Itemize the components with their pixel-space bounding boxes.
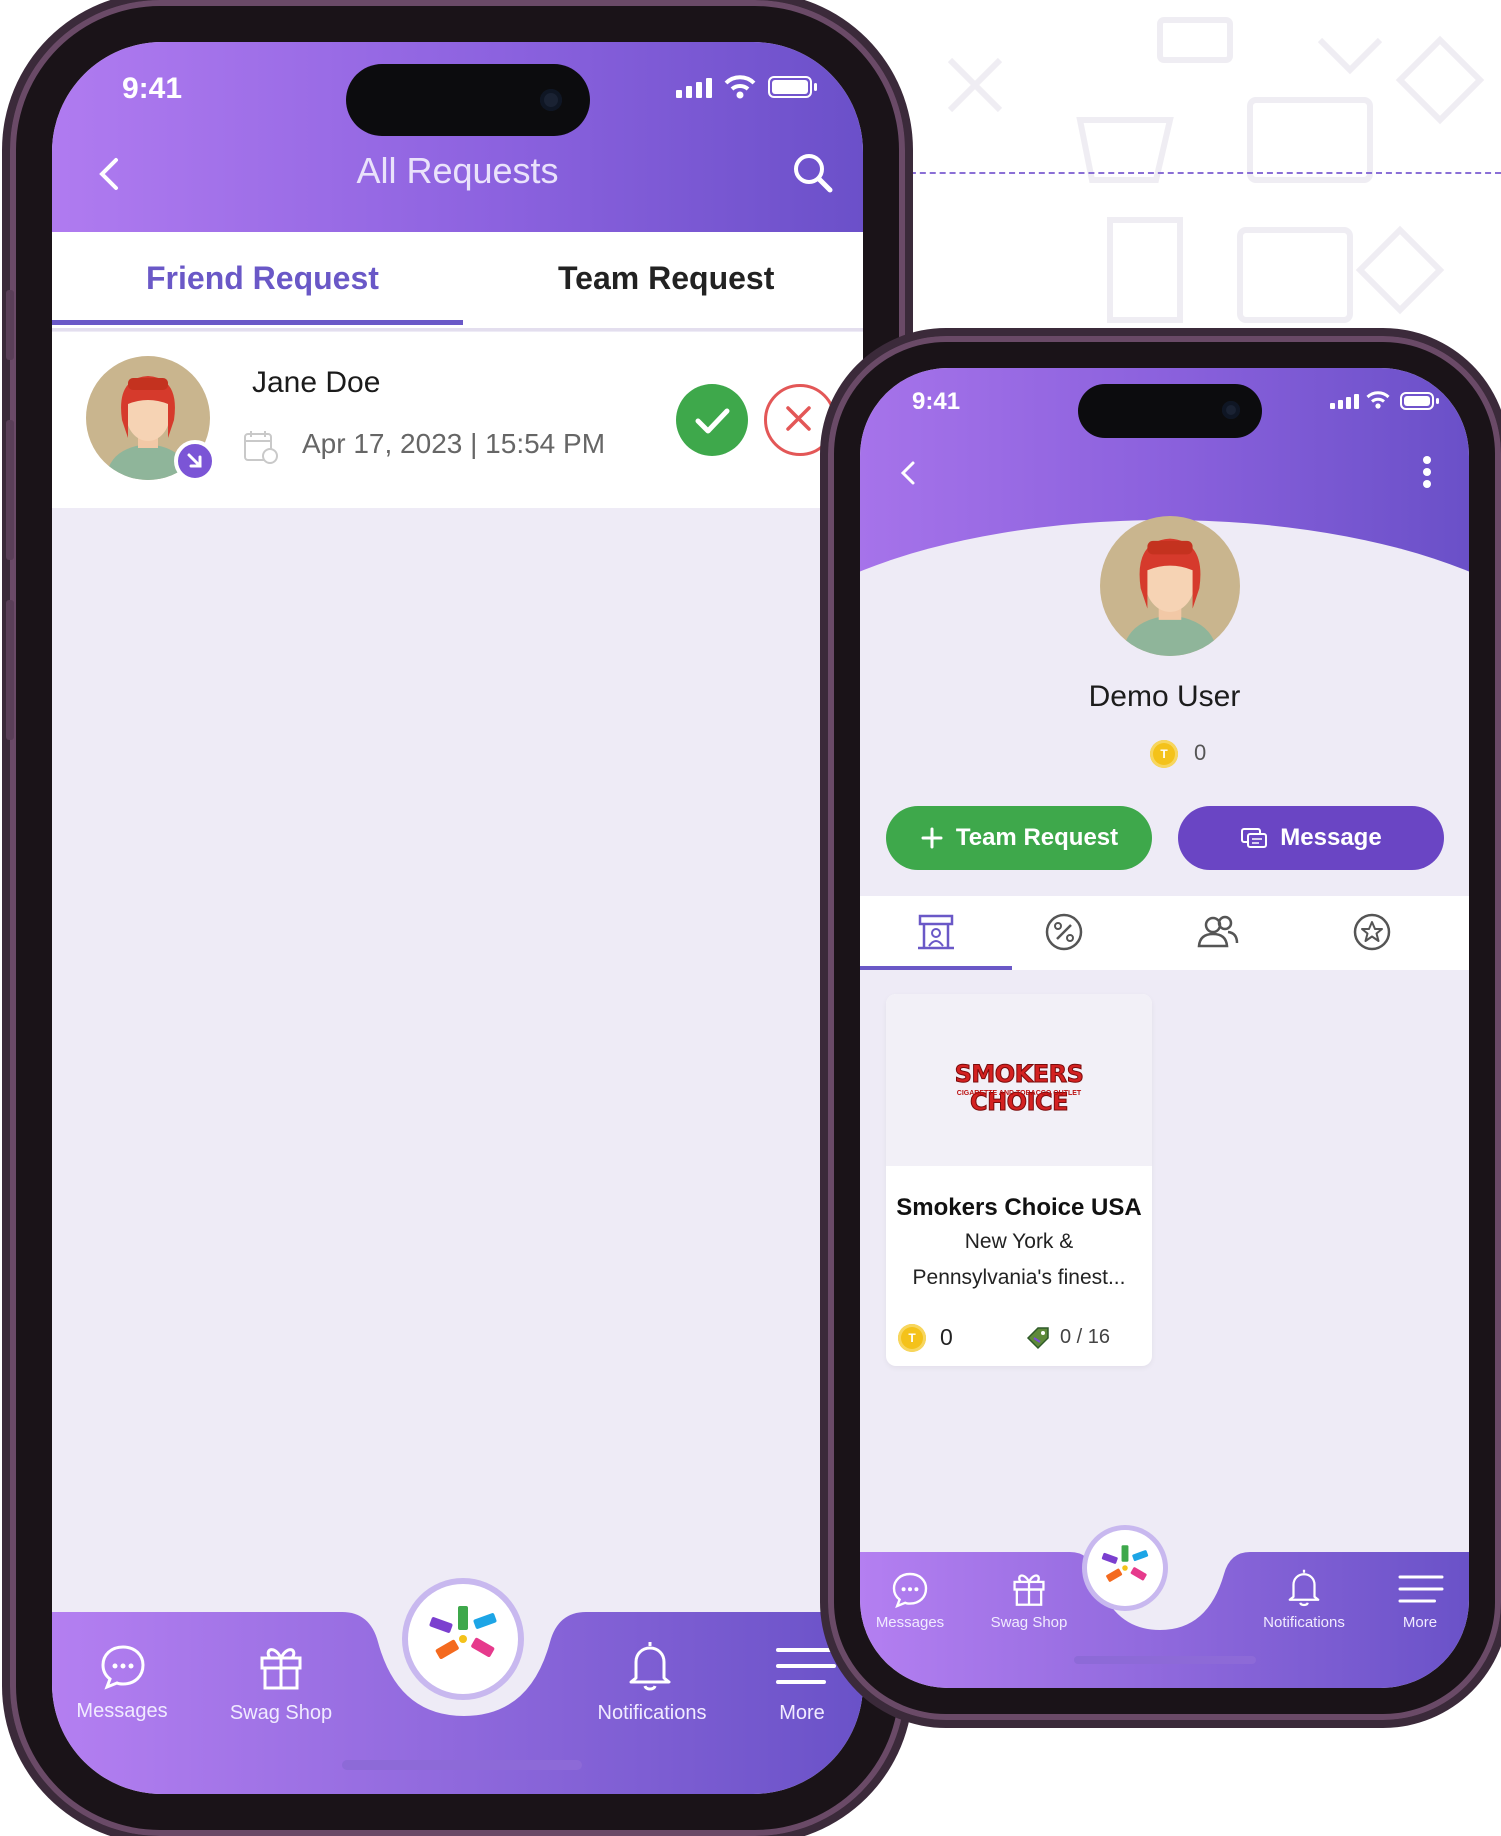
chat-bubble-icon[interactable]	[890, 1570, 930, 1610]
side-button	[6, 600, 14, 740]
wifi-icon	[724, 75, 756, 99]
battery-icon	[1400, 392, 1439, 410]
nav-label-more[interactable]: More	[766, 1702, 838, 1725]
star-badge-icon[interactable]	[1350, 910, 1394, 954]
incoming-request-badge	[174, 440, 216, 482]
nav-label-messages[interactable]: Messages	[72, 1700, 172, 1723]
active-tab-indicator	[860, 966, 1012, 970]
store-title: Smokers Choice USA	[896, 1194, 1142, 1221]
request-date: Apr 17, 2023 | 15:54 PM	[302, 428, 606, 459]
profile-coin-count: 0	[1194, 740, 1207, 765]
cellular-signal-icon	[676, 78, 712, 98]
person-avatar-icon	[1100, 516, 1240, 656]
message-label: Message	[1280, 824, 1382, 851]
side-button	[6, 290, 14, 360]
camera-icon	[540, 89, 562, 111]
nav-label-swag-shop[interactable]: Swag Shop	[984, 1614, 1074, 1631]
status-time: 9:41	[122, 72, 183, 105]
store-coin-count: 0	[940, 1324, 953, 1350]
bottom-nav-bar	[860, 1552, 1469, 1688]
close-icon	[786, 406, 811, 431]
nav-label-swag-shop[interactable]: Swag Shop	[226, 1702, 336, 1725]
message-icon	[1241, 828, 1268, 848]
friend-request-row[interactable]: Jane Doe Apr 17, 2023 | 15:54 PM	[52, 332, 863, 508]
store-logo-area: SMOKERS CHOICE CIGARETTE AND TOBACCO OUT…	[886, 994, 1152, 1166]
menu-icon[interactable]	[1398, 1574, 1444, 1604]
home-indicator	[342, 1760, 582, 1770]
screen-user-profile: 9:41 Demo User T 0 Team Request Message …	[860, 368, 1469, 1688]
coin-icon: T	[1150, 740, 1178, 768]
menu-icon[interactable]	[776, 1646, 836, 1686]
profile-name: Demo User	[1088, 680, 1241, 713]
discount-icon[interactable]	[1042, 910, 1086, 954]
bell-icon[interactable]	[626, 1638, 674, 1692]
store-icon[interactable]	[914, 910, 958, 954]
battery-icon	[768, 76, 817, 98]
cellular-signal-icon	[1330, 394, 1359, 409]
store-card[interactable]: SMOKERS CHOICE CIGARETTE AND TOBACCO OUT…	[886, 994, 1152, 1366]
store-logo: SMOKERS CHOICE	[954, 1060, 1084, 1117]
reject-button[interactable]	[764, 384, 836, 456]
center-home-button[interactable]	[1087, 1530, 1163, 1606]
active-tab-indicator	[52, 320, 463, 325]
phone-frame-requests: 9:41 All Requests Friend Request Team Re…	[6, 0, 905, 1836]
swag-logo-icon	[1101, 1545, 1149, 1582]
phone-frame-profile: 9:41 Demo User T 0 Team Request Message …	[828, 336, 1501, 1720]
coin-icon: T	[898, 1324, 926, 1352]
side-button	[6, 420, 14, 560]
tab-team-request[interactable]: Team Request	[558, 260, 774, 297]
more-vertical-icon[interactable]	[1422, 452, 1432, 492]
gift-icon[interactable]	[1010, 1568, 1048, 1608]
users-icon[interactable]	[1196, 910, 1240, 954]
team-request-button[interactable]: Team Request	[886, 806, 1152, 870]
arrow-down-right-icon	[187, 453, 202, 468]
tab-friend-request[interactable]: Friend Request	[146, 260, 379, 297]
bell-icon[interactable]	[1286, 1566, 1322, 1608]
store-description: New York &	[964, 1230, 1074, 1253]
nav-label-messages[interactable]: Messages	[870, 1614, 950, 1631]
dynamic-island	[346, 64, 590, 136]
store-deal-count: 0 / 16	[1060, 1326, 1111, 1348]
accept-button[interactable]	[676, 384, 748, 456]
wifi-icon	[1366, 391, 1390, 409]
store-description: Pennsylvania's finest...	[912, 1266, 1126, 1289]
team-request-label: Team Request	[955, 824, 1119, 851]
chat-bubble-icon[interactable]	[98, 1642, 148, 1692]
center-home-button[interactable]	[408, 1584, 518, 1694]
nav-label-notifications[interactable]: Notifications	[590, 1702, 714, 1725]
profile-tabs	[860, 896, 1469, 970]
status-time: 9:41	[912, 388, 961, 415]
back-arrow-icon[interactable]	[894, 458, 924, 488]
search-icon[interactable]	[790, 150, 834, 194]
swag-logo-icon	[429, 1606, 497, 1659]
message-button[interactable]: Message	[1178, 806, 1444, 870]
deal-tag-icon	[1026, 1327, 1049, 1350]
nav-label-notifications[interactable]: Notifications	[1254, 1614, 1354, 1631]
screen-all-requests: 9:41 All Requests Friend Request Team Re…	[52, 42, 863, 1794]
requester-name: Jane Doe	[252, 366, 381, 399]
camera-icon	[1222, 401, 1240, 419]
check-icon	[695, 408, 730, 434]
store-logo-subtext: CIGARETTE AND TOBACCO OUTLET	[956, 1090, 1082, 1097]
nav-label-more[interactable]: More	[1390, 1614, 1450, 1631]
plus-icon	[921, 827, 943, 849]
dynamic-island	[1078, 384, 1262, 438]
request-tabs: Friend Request Team Request	[52, 232, 863, 331]
page-title: All Requests	[356, 150, 559, 191]
profile-avatar	[1100, 516, 1240, 656]
home-indicator	[1074, 1656, 1256, 1664]
calendar-clock-icon	[244, 431, 278, 464]
gift-icon[interactable]	[256, 1640, 306, 1692]
decorative-dashed-line	[900, 172, 1501, 174]
app-header: 9:41 All Requests	[52, 42, 863, 232]
